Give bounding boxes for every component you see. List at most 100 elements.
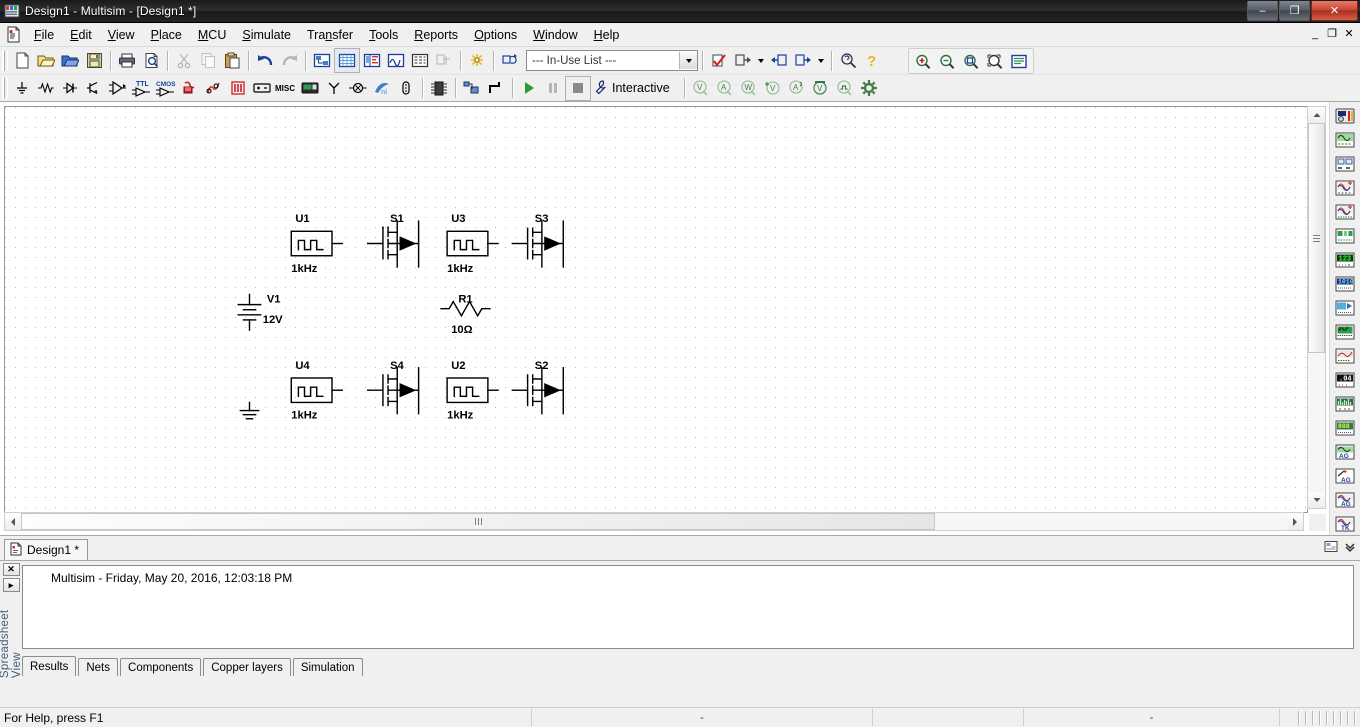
transistor-icon[interactable] [82,77,106,100]
spreadsheet-tab-components[interactable]: Components [120,658,202,676]
tektronix-oscilloscope-icon[interactable]: TK [1333,512,1357,535]
agilent-multimeter-icon[interactable]: AG [1333,464,1357,487]
spectrum-analyzer-icon[interactable] [1333,392,1357,415]
menu-place[interactable]: Place [143,25,190,45]
analog-icon[interactable] [106,77,130,100]
mcu-icon[interactable] [427,77,451,100]
misc-icon[interactable]: MISC [274,77,298,100]
oscilloscope-icon[interactable] [1333,176,1357,199]
basic-icon[interactable] [34,77,58,100]
scroll-left-arrow[interactable] [5,513,21,530]
minimize-button[interactable]: – [1247,1,1278,21]
canvas-vertical-scrollbar[interactable] [1307,106,1326,509]
mdi-minimize-button[interactable]: _ [1307,26,1323,41]
spreadsheet-tab-nets[interactable]: Nets [78,658,119,676]
tab-scroll-down-icon[interactable] [1344,541,1356,556]
menu-transfer[interactable]: Transfer [299,25,361,45]
tab-overview-icon[interactable] [1324,540,1338,556]
menu-help[interactable]: Help [586,25,628,45]
connectors-icon[interactable] [394,77,418,100]
advanced-peripherals-icon[interactable] [298,77,322,100]
zoom-sheet-icon[interactable] [1007,50,1031,73]
run-simulation-button[interactable] [517,77,541,100]
schematic-canvas[interactable]: U1 1kHz S1 U3 1kHz S3 V1 12V R1 10Ω U4 1… [4,106,1308,513]
dc-sweep-icon[interactable]: V [761,77,785,100]
electromechanical-icon[interactable] [346,77,370,100]
spreadsheet-view-icon[interactable] [334,48,360,73]
menu-tools[interactable]: Tools [361,25,406,45]
new-component-icon[interactable] [465,49,489,72]
spreadsheet-tab-copper-layers[interactable]: Copper layers [203,658,291,676]
spreadsheet-expand-button[interactable]: ▸ [2,578,20,592]
stop-simulation-button[interactable] [565,75,591,101]
open-design-icon[interactable] [58,49,82,72]
restore-button[interactable]: ❐ [1279,1,1310,21]
mdi-restore-button[interactable]: ❐ [1324,26,1340,41]
toolbar-grip[interactable] [2,78,8,98]
grapher-icon[interactable] [384,49,408,72]
export-dropdown-icon[interactable] [755,49,767,72]
menu-file[interactable]: File [26,25,62,45]
vertical-scroll-thumb[interactable] [1308,123,1325,353]
results-grid[interactable]: Multisim - Friday, May 20, 2016, 12:03:1… [22,565,1354,649]
spreadsheet-close-button[interactable]: ✕ [2,563,20,577]
misc-digital-icon[interactable] [178,77,202,100]
logic-converter-icon[interactable] [1333,296,1357,319]
noise-analysis-icon[interactable]: V [809,77,833,100]
export-to-pcb-icon[interactable] [731,49,755,72]
ttl-icon[interactable]: TTL [130,77,154,100]
source-icon[interactable] [10,77,34,100]
forward-annotate-icon[interactable] [791,49,815,72]
in-use-list-icon[interactable] [498,49,522,72]
canvas-horizontal-scrollbar[interactable] [4,512,1304,531]
hierarchical-block-icon[interactable] [460,77,484,100]
agilent-oscilloscope-icon[interactable]: AG [1333,488,1357,511]
diode-icon[interactable] [58,77,82,100]
menu-window[interactable]: Window [525,25,585,45]
mdi-close-button[interactable]: ✕ [1341,26,1357,41]
ni-components-icon[interactable]: ni [370,77,394,100]
menu-options[interactable]: Options [466,25,525,45]
scroll-down-arrow[interactable] [1308,492,1325,508]
dc-operating-point-icon[interactable]: V [689,77,713,100]
design-tab-design1[interactable]: Design1 * [4,539,89,560]
spreadsheet-tab-simulation[interactable]: Simulation [292,658,363,676]
ac-sweep-icon[interactable]: A [713,77,737,100]
help-search-icon[interactable] [836,49,860,72]
menu-simulate[interactable]: Simulate [234,25,299,45]
distortion-analyzer-icon[interactable]: .04 [1333,368,1357,391]
simulation-mode[interactable]: Interactive [593,79,670,97]
forward-annotate-dropdown-icon[interactable] [815,49,827,72]
power-icon[interactable] [250,77,274,100]
horizontal-scroll-thumb[interactable] [21,513,935,530]
transient-icon[interactable]: W [737,77,761,100]
chevron-down-icon[interactable] [679,52,697,69]
network-analyzer-icon[interactable]: 888 [1333,416,1357,439]
ac-analysis-icon[interactable]: A [785,77,809,100]
word-generator-icon[interactable]: 1010 [1333,272,1357,295]
window-resize-grip[interactable] [1279,709,1360,726]
close-button[interactable]: ✕ [1311,1,1358,21]
frequency-counter-icon[interactable]: 123 [1333,248,1357,271]
function-generator-icon[interactable] [1333,128,1357,151]
document-icon[interactable] [5,26,22,43]
print-preview-icon[interactable] [139,49,163,72]
erc-check-icon[interactable] [707,49,731,72]
design-toolbox-icon[interactable] [310,49,334,72]
analyses-settings-icon[interactable] [857,77,881,100]
backannotate-icon[interactable] [767,49,791,72]
zoom-out-icon[interactable] [935,50,959,73]
postprocessor-icon[interactable] [408,49,432,72]
menu-view[interactable]: View [100,25,143,45]
fourier-icon[interactable] [833,77,857,100]
help-icon[interactable]: ? [860,49,884,72]
multimeter-icon[interactable] [1333,104,1357,127]
iv-analyzer-icon[interactable] [1333,344,1357,367]
scroll-up-arrow[interactable] [1308,107,1325,123]
zoom-area-icon[interactable] [959,50,983,73]
spreadsheet-tab-results[interactable]: Results [22,656,77,676]
bode-plotter-icon[interactable] [1333,224,1357,247]
menu-edit[interactable]: Edit [62,25,100,45]
sparse-matrix-icon[interactable] [360,49,384,72]
cmos-icon[interactable]: CMOS [154,77,178,100]
